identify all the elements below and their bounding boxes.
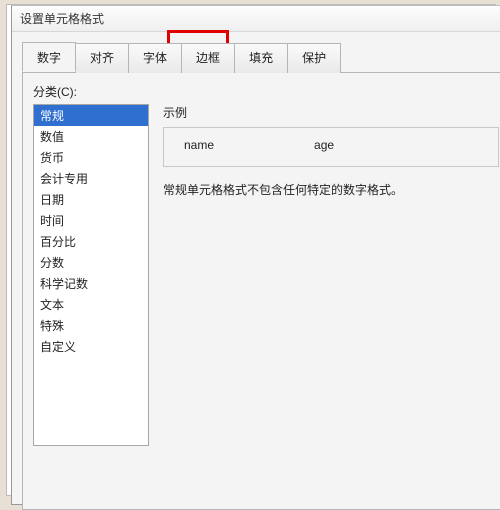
titlebar: 设置单元格格式: [12, 6, 500, 32]
format-description: 常规单元格格式不包含任何特定的数字格式。: [163, 181, 499, 198]
category-label: 分类(C):: [33, 83, 77, 100]
dialog-content: 数字 对齐 字体 边框 填充 保护 分类(C): 常规 数值 货币 会计专用 日…: [12, 32, 500, 504]
tab-border[interactable]: 边框: [181, 43, 235, 73]
list-item[interactable]: 常规: [34, 105, 148, 126]
window-title: 设置单元格格式: [20, 10, 104, 27]
tab-number[interactable]: 数字: [22, 42, 76, 72]
list-item[interactable]: 会计专用: [34, 168, 148, 189]
list-item[interactable]: 自定义: [34, 336, 148, 357]
sample-col-b: age: [314, 138, 334, 152]
list-item[interactable]: 特殊: [34, 315, 148, 336]
panel-layout: 常规 数值 货币 会计专用 日期 时间 百分比 分数 科学记数 文本 特殊 自定…: [33, 104, 499, 502]
tabstrip: 数字 对齐 字体 边框 填充 保护: [22, 42, 500, 72]
list-item[interactable]: 时间: [34, 210, 148, 231]
tab-font[interactable]: 字体: [128, 43, 182, 73]
category-listbox[interactable]: 常规 数值 货币 会计专用 日期 时间 百分比 分数 科学记数 文本 特殊 自定…: [33, 104, 149, 446]
tab-panel: 分类(C): 常规 数值 货币 会计专用 日期 时间 百分比 分数 科学记数 文…: [22, 72, 500, 510]
tab-alignment[interactable]: 对齐: [75, 43, 129, 73]
list-item[interactable]: 文本: [34, 294, 148, 315]
list-item[interactable]: 分数: [34, 252, 148, 273]
list-item[interactable]: 百分比: [34, 231, 148, 252]
right-pane: 示例 name age 常规单元格格式不包含任何特定的数字格式。: [163, 104, 499, 502]
list-item[interactable]: 科学记数: [34, 273, 148, 294]
sample-label: 示例: [163, 104, 499, 121]
list-item[interactable]: 日期: [34, 189, 148, 210]
sample-box: name age: [163, 127, 499, 167]
list-item[interactable]: 数值: [34, 126, 148, 147]
tab-fill[interactable]: 填充: [234, 43, 288, 73]
sample-col-a: name: [184, 138, 214, 152]
outer-frame: 设置单元格格式 数字 对齐 字体 边框 填充 保护 分类(C): 常规 数值 货…: [6, 4, 496, 496]
tab-protection[interactable]: 保护: [287, 43, 341, 73]
dialog-window: 设置单元格格式 数字 对齐 字体 边框 填充 保护 分类(C): 常规 数值 货…: [11, 5, 500, 505]
list-item[interactable]: 货币: [34, 147, 148, 168]
